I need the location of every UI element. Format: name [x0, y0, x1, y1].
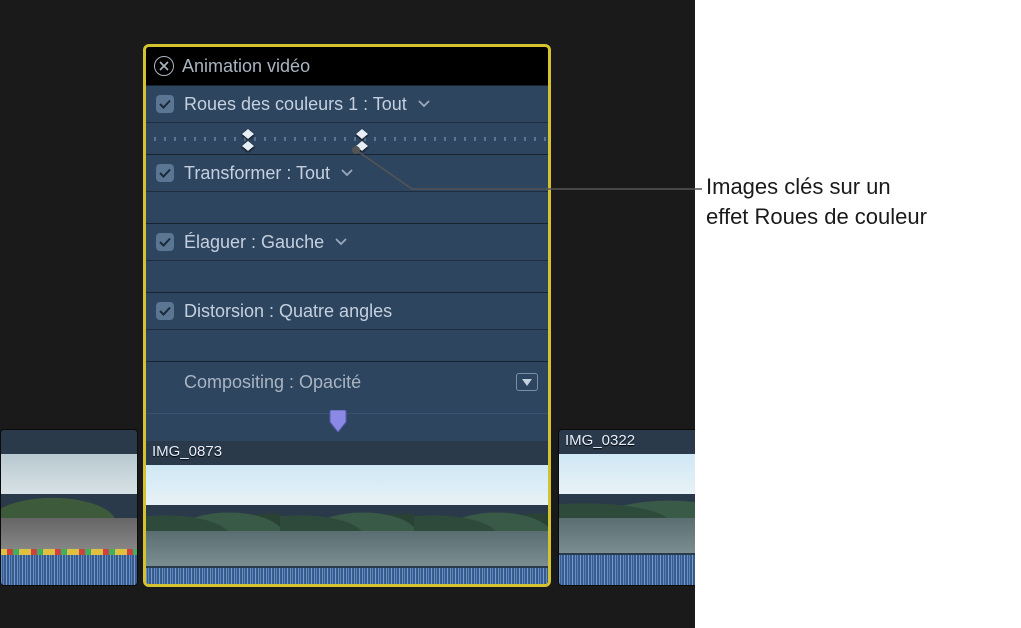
keyframe-track-distort[interactable] — [146, 329, 548, 361]
effect-label: Distorsion : Quatre angles — [184, 301, 392, 322]
keyframe-icon — [241, 129, 255, 151]
checkbox-crop[interactable] — [156, 233, 174, 251]
opacity-fade-handle-track[interactable] — [146, 413, 548, 441]
checkbox-distort[interactable] — [156, 302, 174, 320]
chevron-down-icon — [335, 238, 347, 246]
check-icon — [159, 237, 171, 247]
callout-line-2: effet Roues de couleur — [706, 202, 927, 232]
opacity-fade-handle[interactable] — [328, 410, 348, 437]
keyframe-marker[interactable] — [241, 129, 255, 151]
fade-handle-icon — [328, 410, 348, 432]
close-icon — [159, 61, 169, 71]
keyframe-track-crop[interactable] — [146, 260, 548, 292]
clip-prev[interactable] — [0, 429, 138, 586]
callout-line-1: Images clés sur un — [706, 172, 927, 202]
editor-title: Animation vidéo — [182, 56, 310, 77]
checkbox-transform[interactable] — [156, 164, 174, 182]
clip-label-center: IMG_0873 — [152, 443, 222, 460]
param-menu-button[interactable] — [334, 235, 348, 249]
callout-leader — [352, 141, 704, 201]
chevron-down-icon — [418, 100, 430, 108]
clip-label-right: IMG_0322 — [565, 432, 635, 449]
check-icon — [159, 168, 171, 178]
param-menu-button[interactable] — [417, 97, 431, 111]
effect-row-distort: Distorsion : Quatre angles — [146, 292, 548, 361]
effect-label: Roues des couleurs 1 : Tout — [184, 94, 407, 115]
check-icon — [159, 99, 171, 109]
effect-label: Transformer : Tout — [184, 163, 330, 184]
checkbox-color-wheels[interactable] — [156, 95, 174, 113]
effect-row-crop: Élaguer : Gauche — [146, 223, 548, 292]
triangle-down-icon — [522, 379, 532, 386]
compositing-row: Compositing : Opacité — [146, 361, 548, 441]
video-animation-editor: Animation vidéo Roues des couleurs 1 : T… — [143, 44, 551, 587]
callout-annotation: Images clés sur un effet Roues de couleu… — [706, 172, 927, 231]
close-button[interactable] — [154, 56, 174, 76]
clip-next[interactable]: IMG_0322 — [558, 429, 695, 586]
editor-header: Animation vidéo — [146, 47, 548, 85]
check-icon — [159, 306, 171, 316]
compositing-menu-button[interactable] — [516, 373, 538, 391]
selected-clip[interactable]: IMG_0873 — [146, 441, 548, 587]
compositing-label: Compositing : Opacité — [184, 372, 361, 393]
effect-label: Élaguer : Gauche — [184, 232, 324, 253]
